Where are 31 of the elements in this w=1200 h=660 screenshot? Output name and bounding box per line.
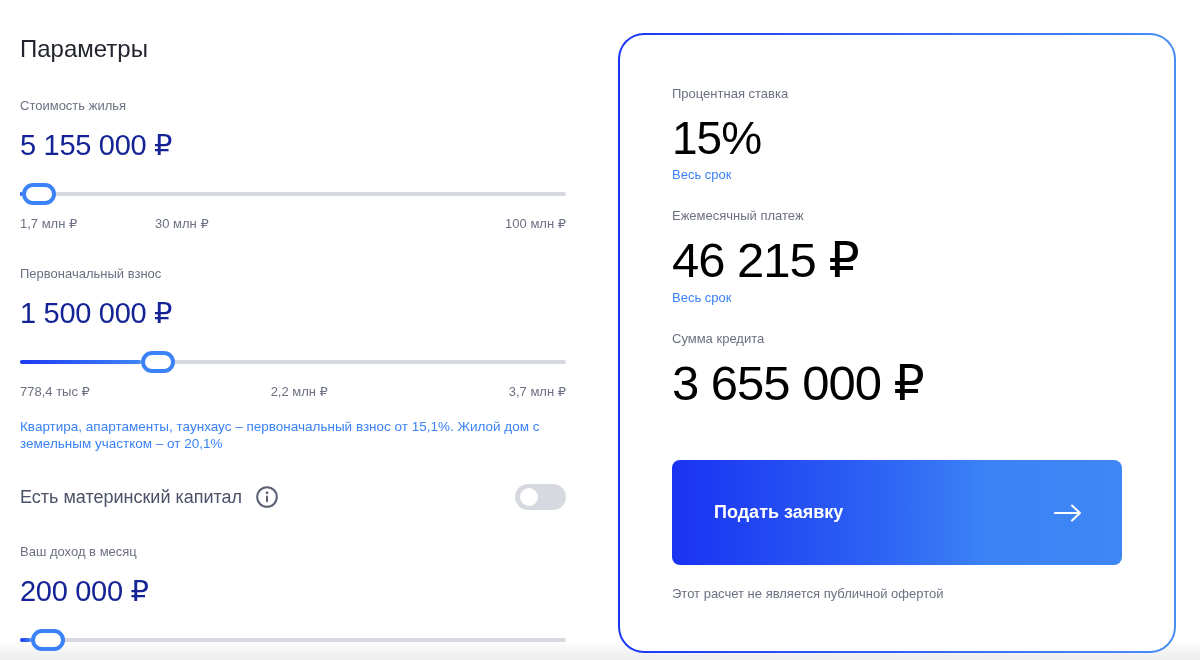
section-title: Параметры (20, 34, 149, 64)
slider-handle[interactable] (22, 183, 57, 205)
tick-label: 1,7 млн ₽ (20, 216, 78, 232)
tick-label: 3,7 млн ₽ (508, 384, 566, 400)
toggle-label: Есть материнский капитал (20, 486, 243, 509)
field-label: Первоначальный взнос (20, 266, 163, 282)
stat-label: Сумма кредита (672, 331, 766, 347)
slider-handle[interactable] (141, 351, 176, 373)
tick-label: 778,4 тыс ₽ (20, 384, 90, 400)
field-value: 1 500 000 ₽ (20, 296, 174, 331)
tick-label: 100 млн ₽ (505, 216, 566, 232)
field-value: 5 155 000 ₽ (20, 128, 174, 163)
apply-button[interactable]: Подать заявку (672, 460, 1122, 565)
field-value: 200 000 ₽ (20, 574, 150, 609)
stat-label: Ежемесячный платеж (672, 208, 805, 224)
arrow-right-icon (1054, 503, 1082, 522)
stat-value: 3 655 000 ₽ (672, 355, 925, 411)
disclaimer-text: Этот расчет не является публичной офертой (672, 586, 945, 602)
field-label: Стоимость жилья (20, 98, 128, 114)
hint-text: Квартира, апартаменты, таунхаус – первоначальный взнос от 15,1%. Жилой дом с земельным участком – от 20,1% (20, 418, 541, 452)
field-label: Ваш доход в месяц (20, 544, 138, 560)
stat-value: 46 215 ₽ (672, 232, 860, 288)
term-note: Весь срок (672, 167, 733, 183)
tick-label: 30 млн ₽ (155, 216, 209, 232)
stat-value: 15% (672, 113, 763, 163)
stat-label: Процентная ставка (672, 86, 790, 102)
slider-handle[interactable] (30, 629, 65, 651)
tick-label: 2,2 млн ₽ (270, 384, 328, 400)
info-icon (256, 486, 279, 508)
term-note: Весь срок (672, 290, 733, 306)
toggle-switch[interactable] (515, 484, 566, 510)
